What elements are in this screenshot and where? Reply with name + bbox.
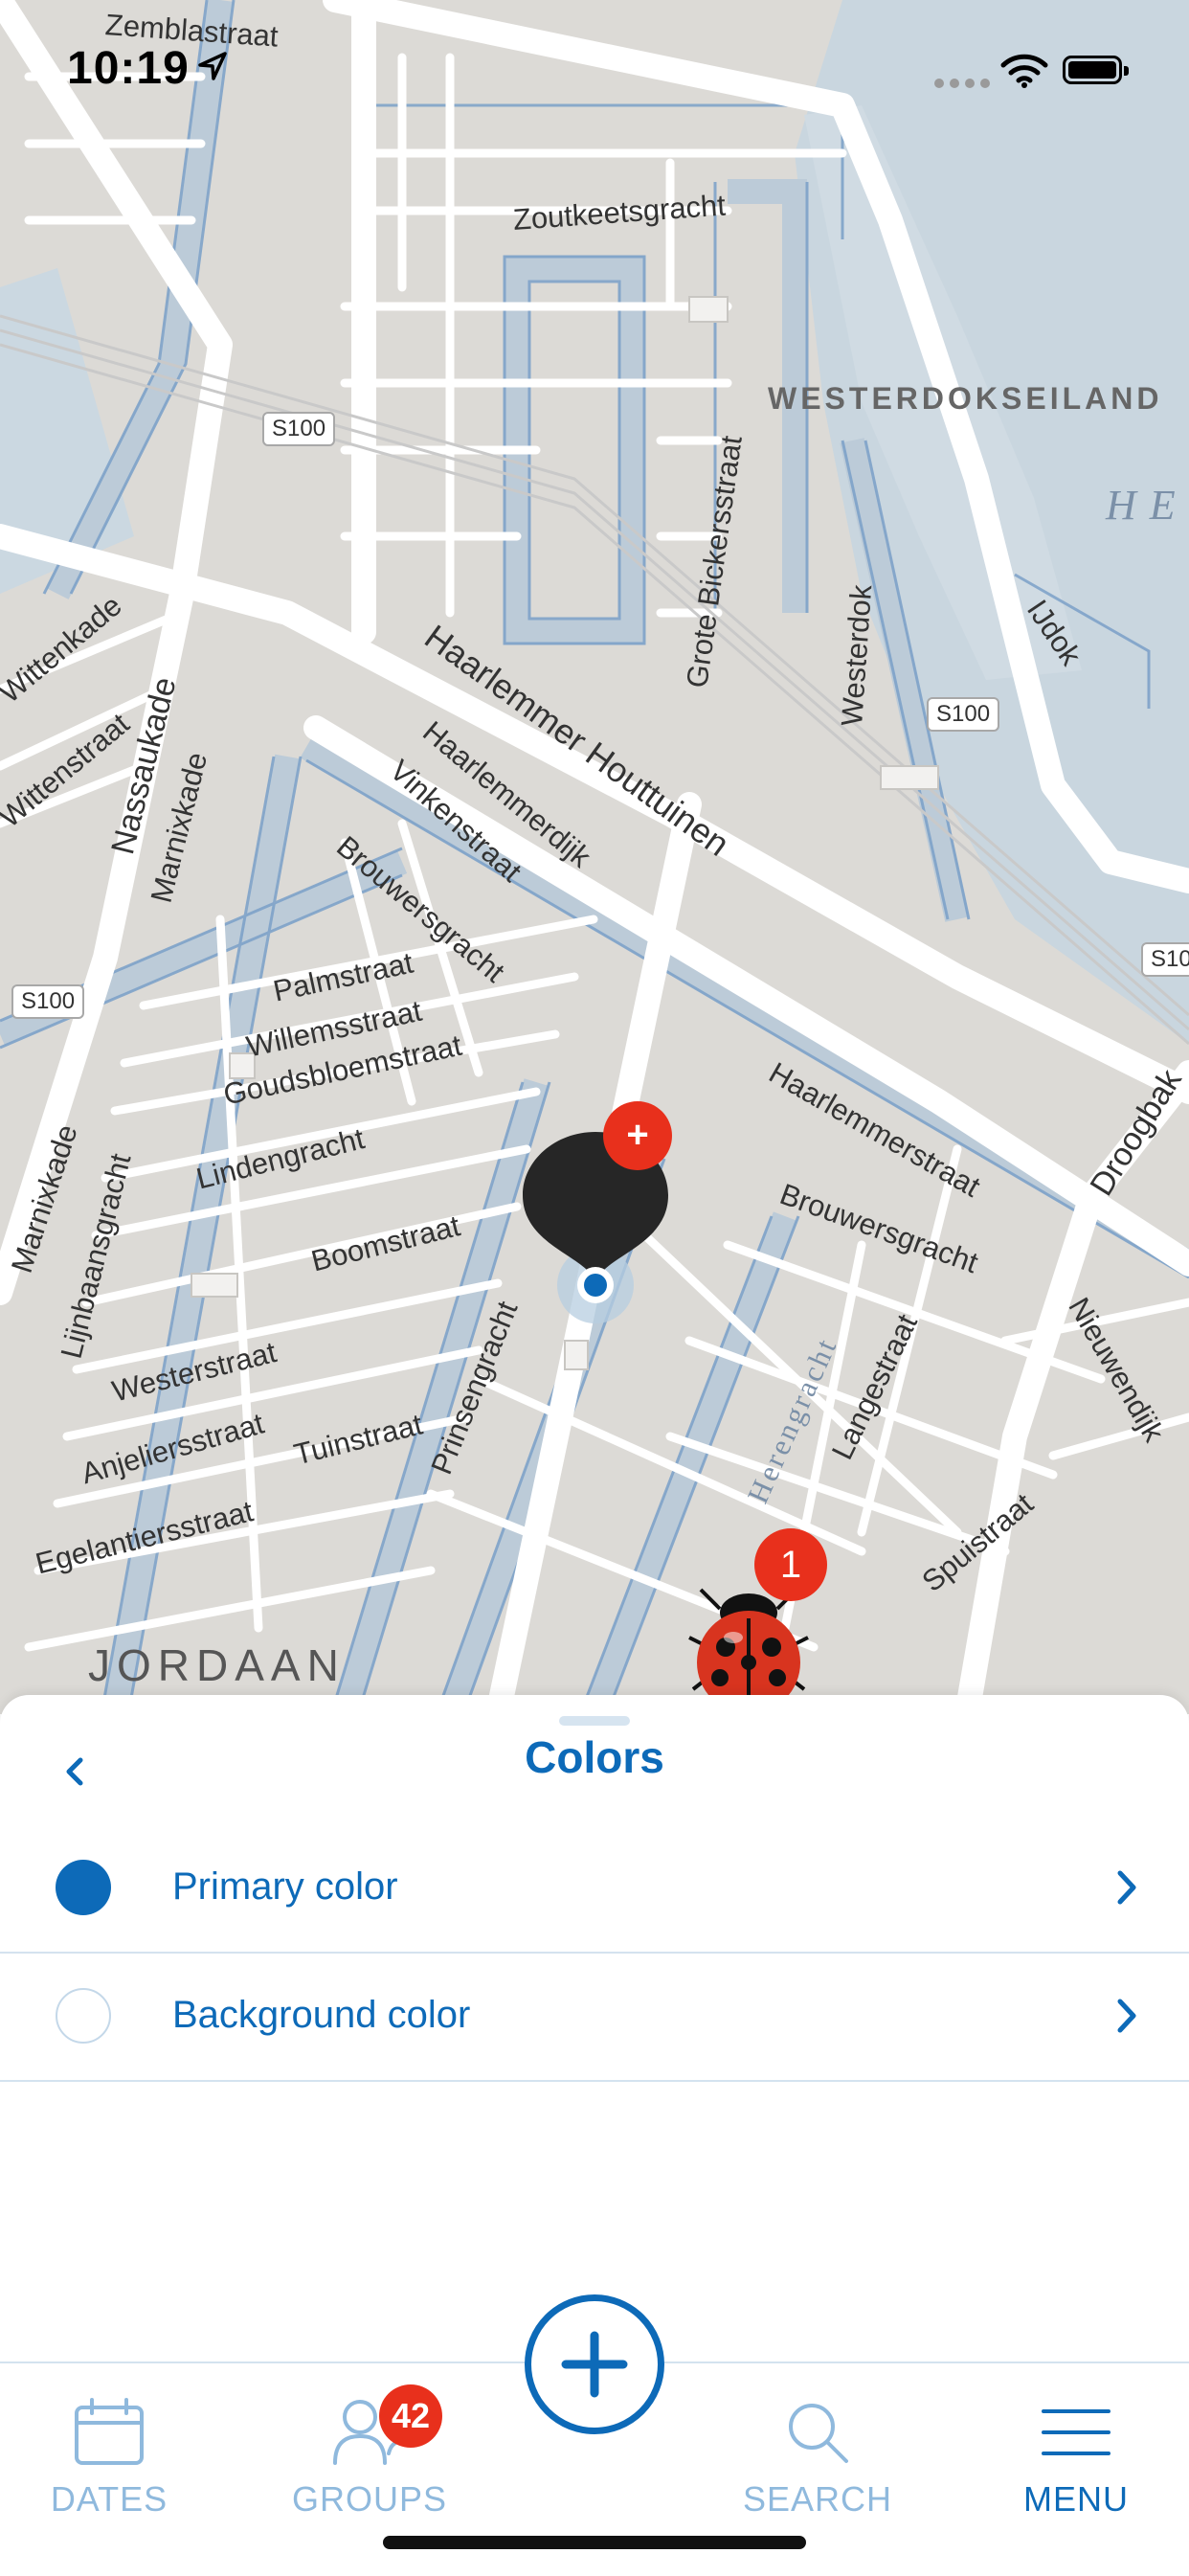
colors-sheet: Colors Primary color Background color [0,1695,1189,2365]
tab-search-label: SEARCH [742,2479,893,2519]
district-label-he: HE [1106,482,1189,529]
district-label-jordaan: JORDAAN [88,1640,346,1690]
add-button[interactable] [525,2294,664,2434]
road-shield: S100 [262,412,336,446]
road-shield: S100 [1141,942,1189,977]
wifi-icon [1000,54,1048,88]
sheet-grabber[interactable] [559,1716,630,1726]
tab-groups-label: GROUPS [291,2479,448,2519]
battery-icon [1063,56,1129,84]
chevron-right-icon [1117,1999,1136,2033]
menu-icon [1042,2409,1110,2455]
calendar-icon [75,2398,144,2465]
map-view[interactable]: JORDAAN WESTERDOKSEILAND HE S100 S100 S1… [0,0,1189,1714]
primary-color-label: Primary color [172,1865,398,1908]
location-arrow-icon [198,52,227,80]
road-shield: S100 [927,697,1000,732]
background-color-swatch [56,1988,111,2044]
ladybug-count-badge[interactable]: 1 [754,1528,827,1601]
primary-color-swatch [56,1860,111,1915]
search-icon [789,2404,848,2463]
home-indicator [383,2536,806,2549]
tab-menu[interactable]: MENU [980,2398,1172,2520]
signal-icon [934,79,990,88]
status-bar: 10:19 [0,0,1189,134]
tab-search[interactable]: SEARCH [722,2398,913,2520]
plus-icon [561,2331,628,2398]
primary-color-row[interactable]: Primary color [0,1823,1189,1954]
tab-dates[interactable]: DATES [13,2398,205,2520]
road-shield: S100 [11,984,85,1019]
sheet-title: Colors [525,1732,664,1782]
background-color-label: Background color [172,1994,471,2036]
chevron-right-icon [1117,1870,1136,1905]
add-marker-badge[interactable]: + [603,1101,672,1170]
background-color-row[interactable]: Background color [0,1952,1189,2082]
district-label-westerdokseiland: WESTERDOKSEILAND [768,381,1163,416]
tab-menu-label: MENU [1023,2479,1129,2519]
status-time: 10:19 [67,43,190,94]
groups-count-badge: 42 [379,2384,442,2448]
tab-dates-label: DATES [50,2479,168,2519]
